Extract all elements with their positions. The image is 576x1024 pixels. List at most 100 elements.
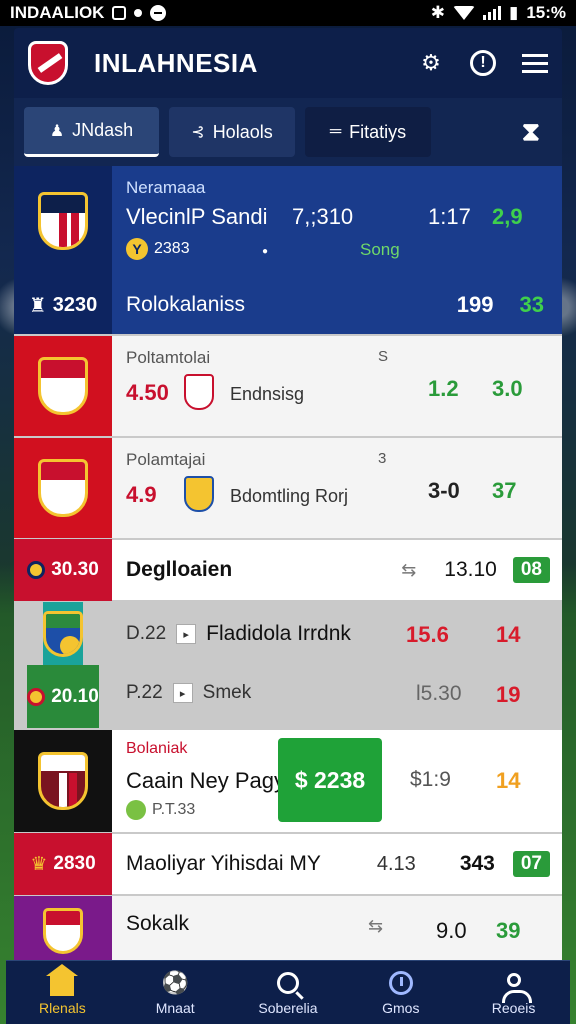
last-v1: 9.0 xyxy=(436,918,467,943)
match-odd[interactable]: 4.50 xyxy=(126,380,169,406)
promo-row[interactable]: Bolaniak Caain Ney Pagy P.T.33 $ 2238 $1… xyxy=(14,730,562,834)
dot-icon xyxy=(134,9,143,17)
wifi-icon xyxy=(452,6,475,20)
featured-time: 1:17 xyxy=(428,204,471,229)
summary-name: Deglloaien xyxy=(126,558,233,581)
search-icon xyxy=(276,971,299,994)
summary-pill[interactable]: 07 xyxy=(512,851,550,877)
app-header: INLAHNESIA ⚙ ! xyxy=(14,28,562,98)
featured-n2[interactable]: 33 xyxy=(520,292,544,318)
nav-home[interactable]: Rlenals xyxy=(6,961,119,1024)
match-subtitle: Poltamtolai xyxy=(126,348,211,367)
tab-dash[interactable]: ♟ JNdash xyxy=(24,107,159,157)
match-row[interactable]: Polamtajai 3 4.9 Bdomtling Rorj 3-0 37 xyxy=(14,438,562,540)
live-r2[interactable]: 14 xyxy=(496,622,520,648)
match-v2[interactable]: 37 xyxy=(492,478,516,504)
featured-code-value: 3230 xyxy=(52,293,98,316)
bet-button[interactable]: $ 2238 xyxy=(278,738,382,822)
user-icon xyxy=(501,972,532,1003)
nav-home-label: Rlenals xyxy=(39,999,86,1016)
summary-n0: 4.13 xyxy=(376,852,416,875)
team-crest-icon xyxy=(38,192,88,250)
swap-icon[interactable]: ⇆ xyxy=(401,560,416,581)
match-subtitle: Polamtajai xyxy=(126,450,206,469)
nav-profile[interactable]: Reoeis xyxy=(457,961,570,1024)
live-line-2-text: Smek xyxy=(202,682,252,703)
team-crest-icon xyxy=(38,357,88,415)
featured-crest-cell xyxy=(14,166,112,276)
summary-row[interactable]: 30.30 Deglloaien ⇆ 13.10 08 xyxy=(14,539,562,602)
featured-song: Song xyxy=(360,240,400,259)
live-line-1-num: D.22 xyxy=(126,623,167,644)
nav-games[interactable]: Gmos xyxy=(344,961,457,1024)
match-odd[interactable]: 4.9 xyxy=(126,482,157,508)
summary-code: ♛ 2830 xyxy=(14,833,112,895)
notification-icon xyxy=(112,6,127,20)
match-v1[interactable]: 3-0 xyxy=(428,478,460,504)
live-code: 20.10 xyxy=(27,665,99,728)
featured-team: VlecinlP Sandi xyxy=(126,204,268,229)
match-s: 3 xyxy=(378,450,387,467)
match-row[interactable]: Poltamtolai S 4.50 Endnsisg 1.2 3.0 xyxy=(14,336,562,438)
battery-label: 15:% xyxy=(526,3,566,22)
nav-search-label: Soberelia xyxy=(258,999,318,1016)
match-v1[interactable]: 1.2 xyxy=(428,376,459,402)
app-logo[interactable] xyxy=(28,41,68,85)
last-title: Sokalk xyxy=(126,912,190,935)
match-crest-cell xyxy=(14,336,112,436)
ball-icon xyxy=(27,561,46,579)
last-v2[interactable]: 39 xyxy=(496,918,520,944)
promo-label: Bolaniak xyxy=(126,740,188,757)
settings-search-icon[interactable]: ⚙ xyxy=(418,50,444,76)
match-v2[interactable]: 3.0 xyxy=(492,376,523,402)
live-match-row[interactable]: 20.10 D.22 ▸ Fladidola Irrdnk 15.6 14 P.… xyxy=(14,602,562,730)
featured-match-card[interactable]: Neramaaa VlecinlP Sandi 7,;310 1:17 2,9 … xyxy=(14,166,562,336)
summary-name: Maoliyar Yihisdai MY xyxy=(126,852,321,875)
match-crest-cell xyxy=(14,438,112,538)
battery-icon: ▮ xyxy=(508,3,519,22)
play-icon[interactable]: ▸ xyxy=(172,683,193,703)
opponent-crest-icon xyxy=(184,476,214,512)
nav-search[interactable]: Soberelia xyxy=(232,961,345,1024)
match-opponent: Bdomtling Rorj xyxy=(230,486,349,506)
tab-stats[interactable]: ═ Fitatiys xyxy=(305,107,431,157)
dot-icon: ● xyxy=(262,246,269,257)
featured-odd[interactable]: 2,9 xyxy=(492,204,523,230)
featured-name: Rolokalaniss xyxy=(126,293,246,316)
promo-crest-cell xyxy=(14,730,112,832)
app-title: INLAHNESIA xyxy=(94,47,258,78)
list-icon: ═ xyxy=(329,123,342,140)
featured-subtitle: Neramaaa xyxy=(126,178,206,197)
person-icon: ♟ xyxy=(49,122,65,140)
nav-matches-label: Mnaat xyxy=(155,999,195,1016)
live-crest-cell xyxy=(43,602,83,665)
featured-badge-value: 2383 xyxy=(154,240,190,257)
leaf-icon xyxy=(126,800,146,820)
match-row[interactable]: Sokalk ⇆ 9.0 39 xyxy=(14,896,562,968)
match-s: S xyxy=(378,348,389,365)
team-crest-icon xyxy=(43,610,83,657)
live-line-2-num: P.22 xyxy=(126,682,163,703)
signal-icon xyxy=(482,6,501,20)
summary-pill[interactable]: 08 xyxy=(512,557,550,583)
tab-holaols-label: Holaols xyxy=(212,121,273,142)
featured-lower-row[interactable]: ♜ 3230 Rolokalaniss 199 33 xyxy=(14,276,562,334)
alert-icon[interactable]: ! xyxy=(470,50,496,76)
summary-n1: 343 xyxy=(459,852,495,875)
swap-icon[interactable]: ⇆ xyxy=(368,916,383,937)
summary-row[interactable]: ♛ 2830 Maoliyar Yihisdai MY 4.13 343 07 xyxy=(14,833,562,896)
nav-matches[interactable]: ⚽ Mnaat xyxy=(119,961,232,1024)
live-code-value: 20.10 xyxy=(51,685,99,707)
play-icon[interactable]: ▸ xyxy=(176,624,197,644)
menu-icon[interactable] xyxy=(522,53,548,73)
promo-title: Caain Ney Pagy xyxy=(126,768,285,793)
promo-o2[interactable]: 14 xyxy=(496,768,520,794)
status-bar: INDAALIOK ✱ ▮ 15:% xyxy=(0,0,576,26)
nav-games-label: Gmos xyxy=(382,999,420,1016)
do-not-disturb-icon xyxy=(150,5,167,21)
app-window: INLAHNESIA ⚙ ! ♟ JNdash ⊰ Holaols ═ Fita… xyxy=(14,28,562,1024)
tab-holaols[interactable]: ⊰ Holaols xyxy=(169,107,295,157)
filter-icon[interactable]: ⧗ xyxy=(522,116,540,148)
live-r4[interactable]: 19 xyxy=(496,682,520,708)
live-r1[interactable]: 15.6 xyxy=(406,622,449,648)
